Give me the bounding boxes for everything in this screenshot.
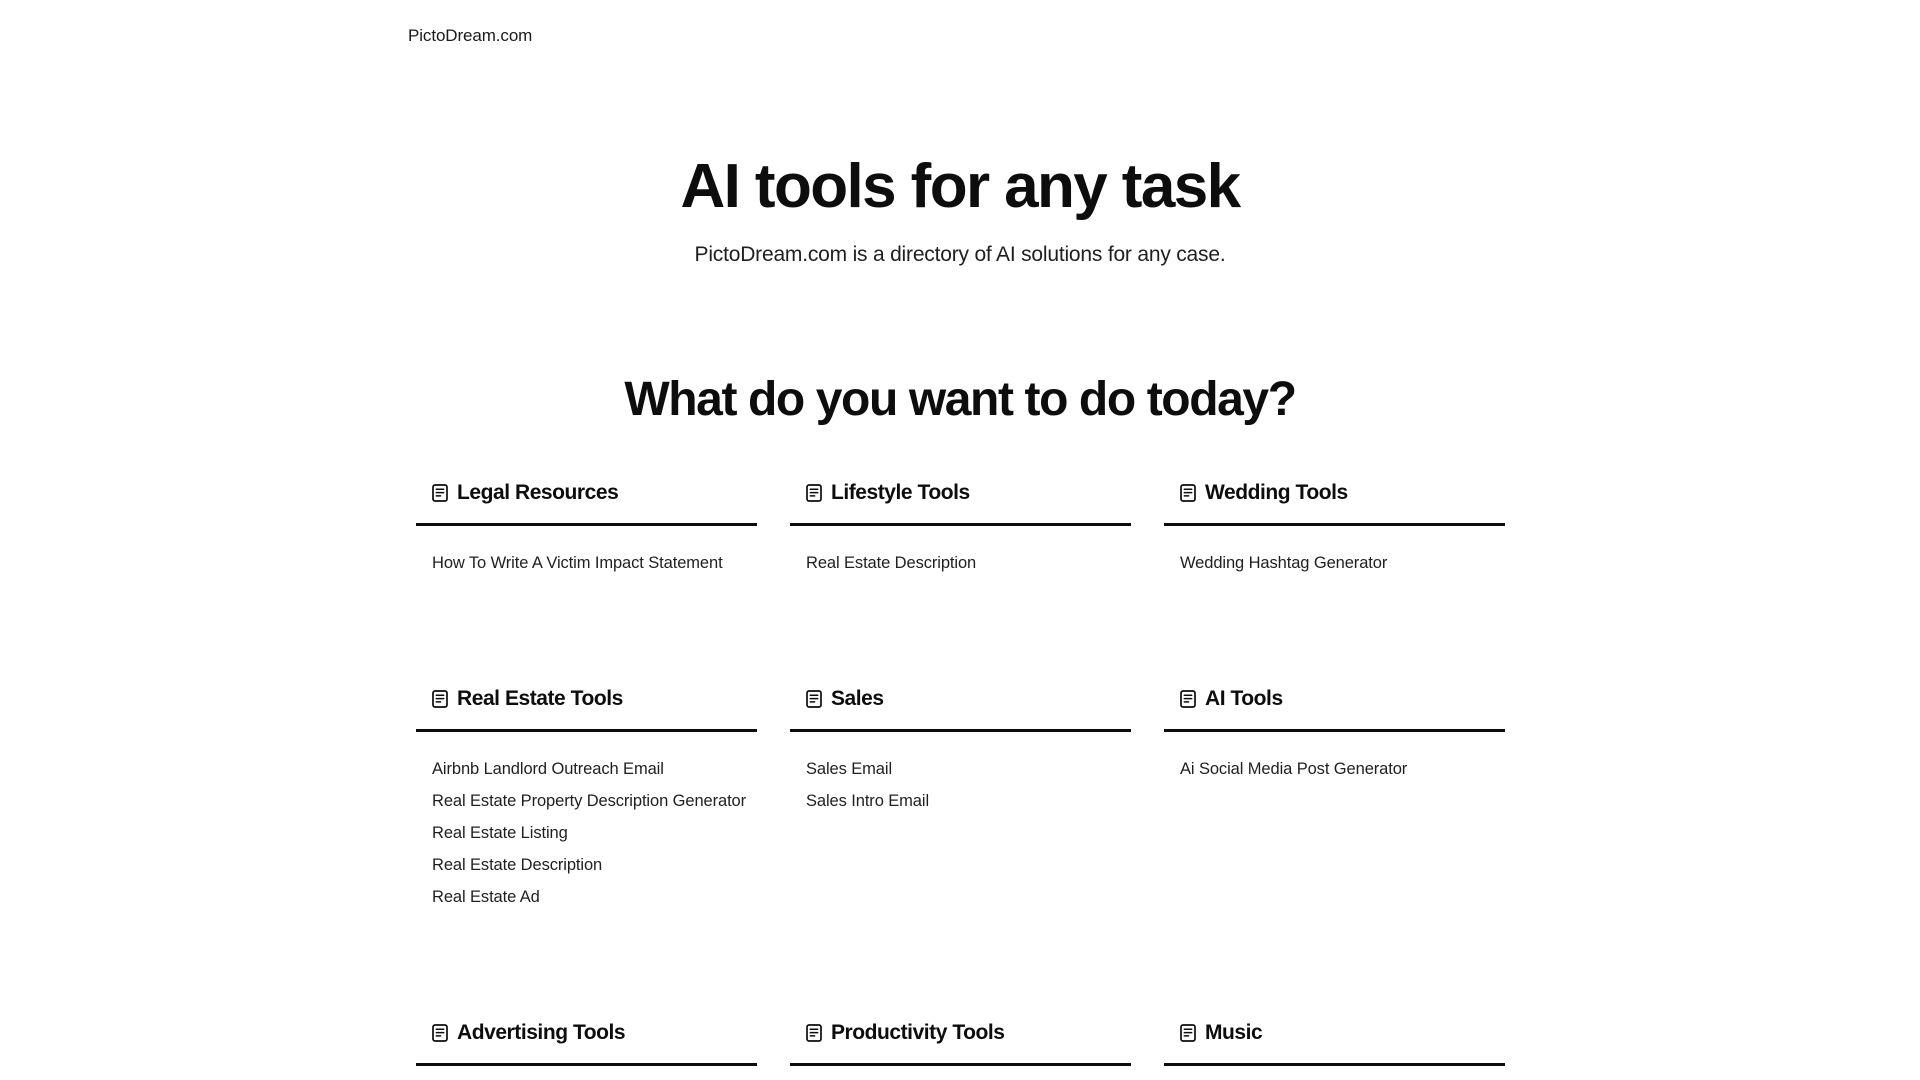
tool-link[interactable]: Real Estate Description — [432, 856, 602, 874]
category-card-music: Music — [1164, 1016, 1505, 1080]
category-header: AI Tools — [1164, 682, 1505, 716]
category-list: How To Write A Victim Impact Statement — [416, 547, 757, 579]
tool-link[interactable]: Airbnb Landlord Outreach Email — [432, 760, 664, 778]
category-header: Real Estate Tools — [416, 682, 757, 716]
category-header: Wedding Tools — [1164, 476, 1505, 510]
category-card-legal-resources: Legal Resources How To Write A Victim Im… — [416, 476, 757, 682]
list-item: How To Write A Victim Impact Statement — [432, 547, 757, 579]
tool-link[interactable]: How To Write A Victim Impact Statement — [432, 554, 723, 572]
category-grid: Legal Resources How To Write A Victim Im… — [416, 476, 1506, 1080]
category-header: Advertising Tools — [416, 1016, 757, 1050]
category-divider — [1164, 523, 1505, 526]
category-divider — [416, 1063, 757, 1066]
category-divider — [790, 729, 1131, 732]
document-icon — [432, 690, 448, 708]
category-header: Productivity Tools — [790, 1016, 1131, 1050]
tool-link[interactable]: Ai Social Media Post Generator — [1180, 760, 1407, 778]
category-divider — [416, 729, 757, 732]
hero-section: AI tools for any task PictoDream.com is … — [0, 150, 1920, 270]
document-icon — [1180, 690, 1196, 708]
category-card-sales: Sales Sales Email Sales Intro Email — [790, 682, 1131, 1016]
category-list: Sales Email Sales Intro Email — [790, 753, 1131, 817]
section-heading: What do you want to do today? — [624, 373, 1297, 426]
category-title: AI Tools — [1205, 687, 1283, 710]
category-header: Sales — [790, 682, 1131, 716]
category-title: Advertising Tools — [457, 1021, 626, 1044]
category-card-ai-tools: AI Tools Ai Social Media Post Generator — [1164, 682, 1505, 1016]
category-card-real-estate-tools: Real Estate Tools Airbnb Landlord Outrea… — [416, 682, 757, 1016]
category-divider — [416, 523, 757, 526]
tool-link[interactable]: Real Estate Listing — [432, 824, 568, 842]
page-root: PictoDream.com AI tools for any task Pic… — [0, 0, 1920, 1080]
category-title: Sales — [831, 687, 884, 710]
category-title: Music — [1205, 1021, 1263, 1044]
list-item: Ai Social Media Post Generator — [1180, 753, 1505, 785]
site-header: PictoDream.com — [0, 0, 1920, 72]
category-header: Music — [1164, 1016, 1505, 1050]
list-item: Real Estate Description — [432, 849, 757, 881]
category-title: Legal Resources — [457, 481, 619, 504]
document-icon — [806, 1024, 822, 1042]
site-logo[interactable]: PictoDream.com — [408, 25, 532, 47]
category-divider — [790, 1063, 1131, 1066]
category-divider — [1164, 729, 1505, 732]
list-item: Sales Email — [806, 753, 1131, 785]
list-item: Real Estate Listing — [432, 817, 757, 849]
document-icon — [806, 484, 822, 502]
page-title: AI tools for any task — [680, 152, 1242, 221]
document-icon — [1180, 484, 1196, 502]
category-divider — [790, 523, 1131, 526]
list-item: Real Estate Description — [806, 547, 1131, 579]
tool-link[interactable]: Real Estate Ad — [432, 888, 540, 906]
hero-subtitle: PictoDream.com is a directory of AI solu… — [694, 243, 1226, 266]
tool-link[interactable]: Real Estate Description — [806, 554, 976, 572]
category-card-lifestyle-tools: Lifestyle Tools Real Estate Description — [790, 476, 1131, 682]
document-icon — [432, 1024, 448, 1042]
tool-link[interactable]: Sales Email — [806, 760, 892, 778]
category-title: Lifestyle Tools — [831, 481, 970, 504]
category-card-advertising-tools: Advertising Tools — [416, 1016, 757, 1080]
category-list: Ai Social Media Post Generator — [1164, 753, 1505, 785]
category-title: Wedding Tools — [1205, 481, 1348, 504]
category-title: Productivity Tools — [831, 1021, 1005, 1044]
tool-link[interactable]: Wedding Hashtag Generator — [1180, 554, 1387, 572]
list-item: Wedding Hashtag Generator — [1180, 547, 1505, 579]
tool-link[interactable]: Real Estate Property Description Generat… — [432, 792, 746, 810]
category-card-productivity-tools: Productivity Tools — [790, 1016, 1131, 1080]
document-icon — [432, 484, 448, 502]
category-divider — [1164, 1063, 1505, 1066]
category-title: Real Estate Tools — [457, 687, 623, 710]
category-header: Lifestyle Tools — [790, 476, 1131, 510]
document-icon — [806, 690, 822, 708]
list-item: Sales Intro Email — [806, 785, 1131, 817]
category-header: Legal Resources — [416, 476, 757, 510]
category-list: Real Estate Description — [790, 547, 1131, 579]
list-item: Real Estate Property Description Generat… — [432, 785, 757, 817]
category-card-wedding-tools: Wedding Tools Wedding Hashtag Generator — [1164, 476, 1505, 682]
list-item: Real Estate Ad — [432, 881, 757, 913]
category-list: Wedding Hashtag Generator — [1164, 547, 1505, 579]
list-item: Airbnb Landlord Outreach Email — [432, 753, 757, 785]
document-icon — [1180, 1024, 1196, 1042]
tool-link[interactable]: Sales Intro Email — [806, 792, 929, 810]
category-list: Airbnb Landlord Outreach Email Real Estat… — [416, 753, 757, 913]
